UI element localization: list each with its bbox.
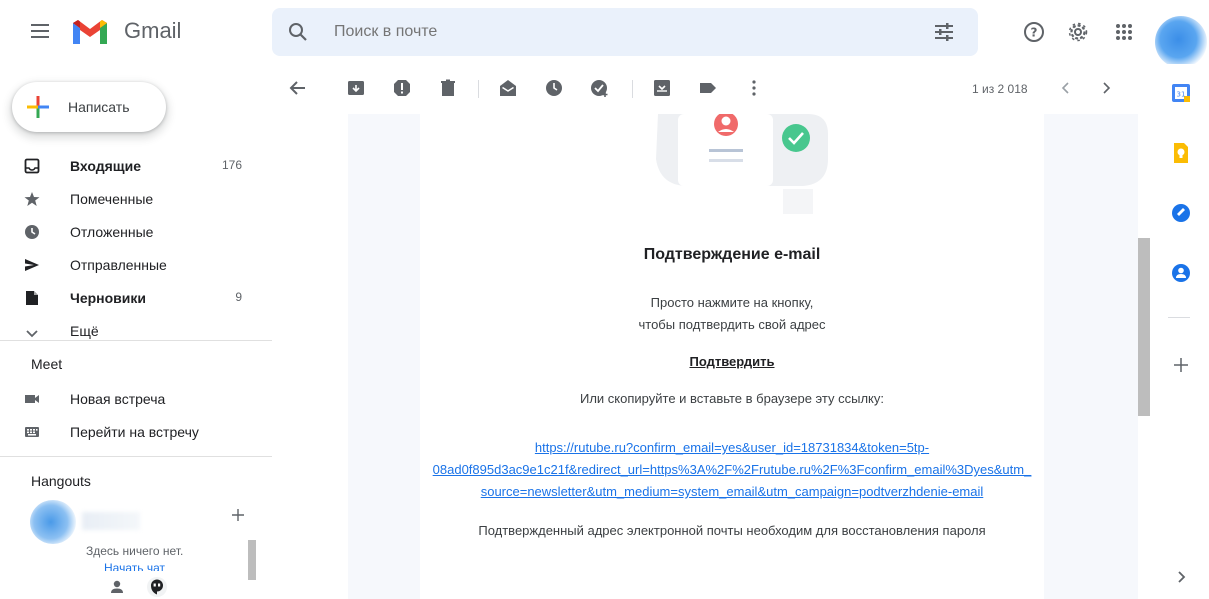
email-text-line: чтобы подтвердить свой адрес xyxy=(638,317,826,332)
chevron-down-icon xyxy=(26,330,38,338)
svg-text:31: 31 xyxy=(1177,91,1186,99)
email-card: Подтверждение e-mail Просто нажмите на к… xyxy=(420,114,1044,599)
newer-chevron-left-icon[interactable] xyxy=(1056,78,1076,98)
search-icon[interactable] xyxy=(286,20,310,44)
expand-panel-chevron-icon[interactable] xyxy=(1170,566,1192,588)
sidebar-item-label: Ещё xyxy=(70,323,99,339)
meet-item-label: Новая встреча xyxy=(70,391,166,407)
calendar-icon[interactable]: 31 xyxy=(1170,82,1192,104)
mark-unread-icon[interactable] xyxy=(498,78,518,98)
hangouts-user-avatar[interactable] xyxy=(30,500,76,544)
search-options-icon[interactable] xyxy=(932,20,956,44)
sidebar-item-drafts[interactable]: Черновики 9 xyxy=(0,282,256,314)
sidebar-item-label: Отправленные xyxy=(70,257,167,273)
star-icon xyxy=(24,192,40,206)
confirm-link[interactable]: Подтвердить xyxy=(420,354,1044,369)
confirm-url-line[interactable]: https://rutube.ru?confirm_email=yes&user… xyxy=(420,440,1044,455)
hangouts-empty-text: Здесь ничего нет. xyxy=(86,544,184,558)
sidebar-item-label: Черновики xyxy=(70,290,147,306)
hangouts-chat-icon[interactable] xyxy=(146,576,168,598)
keyboard-icon xyxy=(25,427,39,437)
add-hangout-icon[interactable] xyxy=(231,508,245,522)
get-addons-plus-icon[interactable] xyxy=(1170,354,1192,376)
snooze-clock-icon[interactable] xyxy=(544,78,564,98)
delete-icon[interactable] xyxy=(438,78,458,98)
compose-label: Написать xyxy=(68,99,130,115)
main-menu-button[interactable] xyxy=(28,20,52,44)
account-avatar[interactable] xyxy=(1155,16,1207,68)
message-scrollbar[interactable] xyxy=(1138,238,1150,416)
help-icon[interactable]: ? xyxy=(1022,20,1046,44)
toolbar-separator xyxy=(478,80,479,98)
sidebar-item-starred[interactable]: Помеченные xyxy=(0,183,256,215)
sidebar-item-label: Отложенные xyxy=(70,224,154,240)
unread-count: 176 xyxy=(221,158,242,172)
email-illustration xyxy=(656,114,828,214)
keep-icon[interactable] xyxy=(1170,142,1192,164)
meet-section-title: Meet xyxy=(31,356,63,372)
tasks-icon[interactable] xyxy=(1170,202,1192,224)
more-options-icon[interactable] xyxy=(744,78,764,98)
clock-icon xyxy=(25,225,39,239)
sidebar-item-snoozed[interactable]: Отложенные xyxy=(0,216,256,248)
gmail-logo-icon[interactable] xyxy=(70,17,110,47)
message-toolbar: 1 из 2 018 xyxy=(272,64,1150,114)
email-title: Подтверждение e-mail xyxy=(643,246,821,263)
add-task-icon[interactable] xyxy=(590,78,610,98)
side-panel-divider xyxy=(1168,317,1190,318)
hangouts-user-name-blurred xyxy=(82,512,140,530)
sidebar-item-label: Входящие xyxy=(70,158,141,174)
email-text-line: Просто нажмите на кнопку, xyxy=(650,295,814,310)
email-footer-text: Подтвержденный адрес электронной почты н… xyxy=(478,523,986,538)
search-input[interactable] xyxy=(332,20,892,44)
toolbar-separator xyxy=(632,80,633,98)
draft-count: 9 xyxy=(235,290,242,304)
search-bar[interactable] xyxy=(272,8,978,56)
contacts-icon[interactable] xyxy=(1170,262,1192,284)
sidebar-divider xyxy=(0,456,272,457)
move-to-icon[interactable] xyxy=(652,78,672,98)
top-header: Gmail ? xyxy=(0,0,1150,64)
draft-icon xyxy=(26,291,38,305)
pagination-text: 1 из 2 018 xyxy=(972,82,1028,96)
compose-plus-icon xyxy=(27,96,49,118)
send-icon xyxy=(25,259,39,271)
copy-instruction: Или скопируйте и вставьте в браузере эту… xyxy=(580,391,884,406)
side-apps-panel: 31 xyxy=(1150,64,1209,599)
app-name: Gmail xyxy=(124,18,182,43)
report-spam-icon[interactable] xyxy=(392,78,412,98)
sidebar-item-inbox[interactable]: Входящие 176 xyxy=(0,150,256,182)
back-arrow-icon[interactable] xyxy=(288,78,308,98)
inbox-icon xyxy=(24,158,40,174)
settings-icon[interactable] xyxy=(1066,20,1090,44)
sidebar-item-sent[interactable]: Отправленные xyxy=(0,249,256,281)
confirm-url-line[interactable]: 08ad0f895d3ac9e1c21f&redirect_url=https%… xyxy=(420,462,1044,477)
compose-button[interactable]: Написать xyxy=(12,82,166,132)
archive-icon[interactable] xyxy=(346,78,366,98)
svg-text:?: ? xyxy=(1031,26,1038,40)
label-icon[interactable] xyxy=(698,78,718,98)
older-chevron-right-icon[interactable] xyxy=(1096,78,1116,98)
sidebar-divider xyxy=(0,340,272,341)
message-view: Подтверждение e-mail Просто нажмите на к… xyxy=(348,114,1138,599)
sidebar-item-label: Помеченные xyxy=(70,191,154,207)
confirm-url-line[interactable]: source=newsletter&utm_medium=system_emai… xyxy=(420,484,1044,499)
meet-join-meeting[interactable]: Перейти на встречу xyxy=(0,416,256,448)
hangouts-section-title: Hangouts xyxy=(31,473,91,489)
meet-item-label: Перейти на встречу xyxy=(70,424,199,440)
contacts-person-icon[interactable] xyxy=(108,578,126,596)
hangouts-start-chat-link[interactable]: Начать чат xyxy=(104,561,165,571)
video-camera-icon xyxy=(25,395,39,403)
meet-new-meeting[interactable]: Новая встреча xyxy=(0,383,256,415)
apps-grid-icon[interactable] xyxy=(1112,20,1136,44)
sidebar-item-more[interactable]: Ещё xyxy=(0,315,256,341)
